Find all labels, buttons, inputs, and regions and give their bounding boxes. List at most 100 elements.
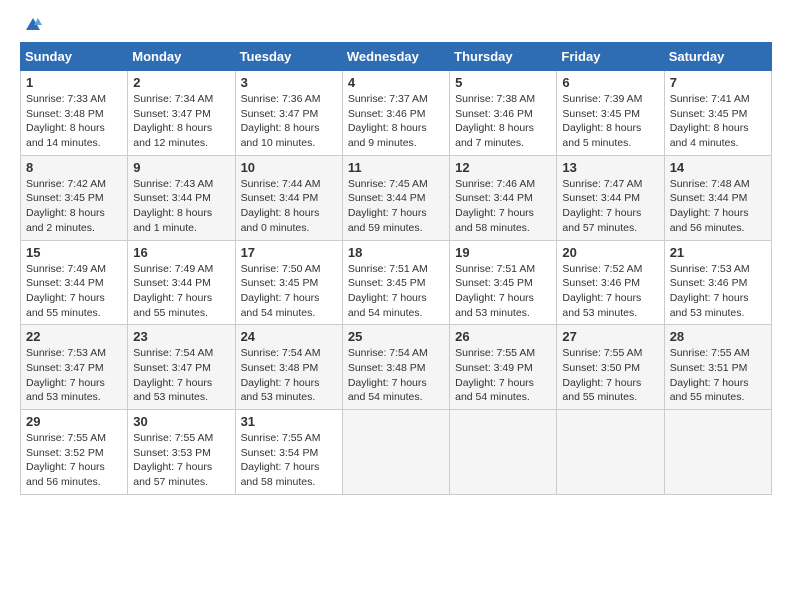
day-number: 16 <box>133 245 229 260</box>
page-container: SundayMondayTuesdayWednesdayThursdayFrid… <box>20 16 772 495</box>
day-info: Sunrise: 7:53 AMSunset: 3:46 PMDaylight:… <box>670 262 766 321</box>
day-cell <box>450 410 557 495</box>
day-number: 14 <box>670 160 766 175</box>
day-info: Sunrise: 7:51 AMSunset: 3:45 PMDaylight:… <box>348 262 444 321</box>
day-cell: 26 Sunrise: 7:55 AMSunset: 3:49 PMDayligh… <box>450 325 557 410</box>
day-number: 4 <box>348 75 444 90</box>
day-info: Sunrise: 7:46 AMSunset: 3:44 PMDaylight:… <box>455 177 551 236</box>
day-info: Sunrise: 7:36 AMSunset: 3:47 PMDaylight:… <box>241 92 337 151</box>
day-cell: 3 Sunrise: 7:36 AMSunset: 3:47 PMDaylight… <box>235 71 342 156</box>
day-cell: 2 Sunrise: 7:34 AMSunset: 3:47 PMDaylight… <box>128 71 235 156</box>
day-cell: 15 Sunrise: 7:49 AMSunset: 3:44 PMDayligh… <box>21 240 128 325</box>
day-cell: 17 Sunrise: 7:50 AMSunset: 3:45 PMDayligh… <box>235 240 342 325</box>
day-cell: 12 Sunrise: 7:46 AMSunset: 3:44 PMDayligh… <box>450 155 557 240</box>
week-row-1: 1 Sunrise: 7:33 AMSunset: 3:48 PMDaylight… <box>21 71 772 156</box>
day-cell: 6 Sunrise: 7:39 AMSunset: 3:45 PMDaylight… <box>557 71 664 156</box>
header-day-friday: Friday <box>557 43 664 71</box>
day-cell: 4Sunrise: 7:37 AMSunset: 3:46 PMDaylight… <box>342 71 449 156</box>
day-cell: 28 Sunrise: 7:55 AMSunset: 3:51 PMDayligh… <box>664 325 771 410</box>
day-info: Sunrise: 7:33 AMSunset: 3:48 PMDaylight:… <box>26 92 122 151</box>
day-number: 28 <box>670 329 766 344</box>
day-info: Sunrise: 7:55 AMSunset: 3:54 PMDaylight:… <box>241 431 337 490</box>
day-info: Sunrise: 7:55 AMSunset: 3:52 PMDaylight:… <box>26 431 122 490</box>
day-number: 25 <box>348 329 444 344</box>
day-info: Sunrise: 7:50 AMSunset: 3:45 PMDaylight:… <box>241 262 337 321</box>
day-cell: 1 Sunrise: 7:33 AMSunset: 3:48 PMDaylight… <box>21 71 128 156</box>
day-cell <box>557 410 664 495</box>
week-row-4: 22 Sunrise: 7:53 AMSunset: 3:47 PMDayligh… <box>21 325 772 410</box>
logo <box>20 16 42 34</box>
day-number: 12 <box>455 160 551 175</box>
day-info: Sunrise: 7:55 AMSunset: 3:49 PMDaylight:… <box>455 346 551 405</box>
day-cell: 10 Sunrise: 7:44 AMSunset: 3:44 PMDayligh… <box>235 155 342 240</box>
day-number: 20 <box>562 245 658 260</box>
day-number: 30 <box>133 414 229 429</box>
day-info: Sunrise: 7:51 AMSunset: 3:45 PMDaylight:… <box>455 262 551 321</box>
day-number: 22 <box>26 329 122 344</box>
day-cell: 25 Sunrise: 7:54 AMSunset: 3:48 PMDayligh… <box>342 325 449 410</box>
day-info: Sunrise: 7:44 AMSunset: 3:44 PMDaylight:… <box>241 177 337 236</box>
day-info: Sunrise: 7:43 AMSunset: 3:44 PMDaylight:… <box>133 177 229 236</box>
day-cell: 24 Sunrise: 7:54 AMSunset: 3:48 PMDayligh… <box>235 325 342 410</box>
day-info: Sunrise: 7:38 AMSunset: 3:46 PMDaylight:… <box>455 92 551 151</box>
day-info: Sunrise: 7:39 AMSunset: 3:45 PMDaylight:… <box>562 92 658 151</box>
day-info: Sunrise: 7:45 AMSunset: 3:44 PMDaylight:… <box>348 177 444 236</box>
day-number: 15 <box>26 245 122 260</box>
day-info: Sunrise: 7:42 AMSunset: 3:45 PMDaylight:… <box>26 177 122 236</box>
day-info: Sunrise: 7:55 AMSunset: 3:51 PMDaylight:… <box>670 346 766 405</box>
day-number: 24 <box>241 329 337 344</box>
day-number: 6 <box>562 75 658 90</box>
day-cell: 31 Sunrise: 7:55 AMSunset: 3:54 PMDayligh… <box>235 410 342 495</box>
day-cell: 23Sunrise: 7:54 AMSunset: 3:47 PMDayligh… <box>128 325 235 410</box>
day-cell: 18 Sunrise: 7:51 AMSunset: 3:45 PMDayligh… <box>342 240 449 325</box>
logo-text <box>20 16 42 34</box>
day-number: 2 <box>133 75 229 90</box>
day-info: Sunrise: 7:54 AMSunset: 3:48 PMDaylight:… <box>348 346 444 405</box>
header-day-sunday: Sunday <box>21 43 128 71</box>
day-number: 23 <box>133 329 229 344</box>
day-info: Sunrise: 7:52 AMSunset: 3:46 PMDaylight:… <box>562 262 658 321</box>
header-day-saturday: Saturday <box>664 43 771 71</box>
day-number: 26 <box>455 329 551 344</box>
day-number: 3 <box>241 75 337 90</box>
day-info: Sunrise: 7:49 AMSunset: 3:44 PMDaylight:… <box>26 262 122 321</box>
day-cell: 13Sunrise: 7:47 AMSunset: 3:44 PMDayligh… <box>557 155 664 240</box>
header-row: SundayMondayTuesdayWednesdayThursdayFrid… <box>21 43 772 71</box>
day-number: 11 <box>348 160 444 175</box>
day-cell: 9Sunrise: 7:43 AMSunset: 3:44 PMDaylight… <box>128 155 235 240</box>
day-number: 21 <box>670 245 766 260</box>
day-info: Sunrise: 7:49 AMSunset: 3:44 PMDaylight:… <box>133 262 229 321</box>
header-day-wednesday: Wednesday <box>342 43 449 71</box>
day-cell: 22 Sunrise: 7:53 AMSunset: 3:47 PMDayligh… <box>21 325 128 410</box>
day-cell: 11 Sunrise: 7:45 AMSunset: 3:44 PMDayligh… <box>342 155 449 240</box>
day-number: 7 <box>670 75 766 90</box>
week-row-2: 8Sunrise: 7:42 AMSunset: 3:45 PMDaylight… <box>21 155 772 240</box>
calendar-table: SundayMondayTuesdayWednesdayThursdayFrid… <box>20 42 772 495</box>
day-number: 13 <box>562 160 658 175</box>
day-number: 31 <box>241 414 337 429</box>
day-number: 1 <box>26 75 122 90</box>
header-day-monday: Monday <box>128 43 235 71</box>
day-cell <box>664 410 771 495</box>
header-day-thursday: Thursday <box>450 43 557 71</box>
day-info: Sunrise: 7:48 AMSunset: 3:44 PMDaylight:… <box>670 177 766 236</box>
day-info: Sunrise: 7:53 AMSunset: 3:47 PMDaylight:… <box>26 346 122 405</box>
day-number: 17 <box>241 245 337 260</box>
day-cell: 5Sunrise: 7:38 AMSunset: 3:46 PMDaylight… <box>450 71 557 156</box>
day-cell: 20 Sunrise: 7:52 AMSunset: 3:46 PMDayligh… <box>557 240 664 325</box>
day-info: Sunrise: 7:54 AMSunset: 3:48 PMDaylight:… <box>241 346 337 405</box>
day-info: Sunrise: 7:34 AMSunset: 3:47 PMDaylight:… <box>133 92 229 151</box>
day-number: 27 <box>562 329 658 344</box>
day-info: Sunrise: 7:41 AMSunset: 3:45 PMDaylight:… <box>670 92 766 151</box>
day-info: Sunrise: 7:55 AMSunset: 3:53 PMDaylight:… <box>133 431 229 490</box>
logo-icon <box>24 16 42 34</box>
day-number: 18 <box>348 245 444 260</box>
day-cell: 27Sunrise: 7:55 AMSunset: 3:50 PMDayligh… <box>557 325 664 410</box>
day-number: 19 <box>455 245 551 260</box>
day-cell: 29 Sunrise: 7:55 AMSunset: 3:52 PMDayligh… <box>21 410 128 495</box>
day-cell <box>342 410 449 495</box>
day-cell: 7 Sunrise: 7:41 AMSunset: 3:45 PMDaylight… <box>664 71 771 156</box>
day-number: 10 <box>241 160 337 175</box>
day-cell: 8Sunrise: 7:42 AMSunset: 3:45 PMDaylight… <box>21 155 128 240</box>
day-number: 29 <box>26 414 122 429</box>
